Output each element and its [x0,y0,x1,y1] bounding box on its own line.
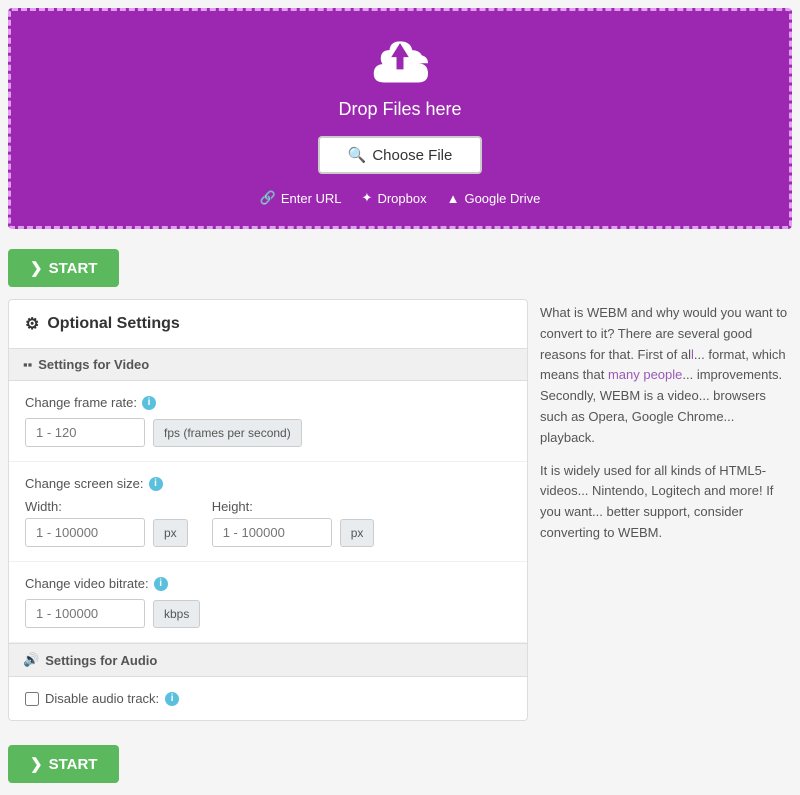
choose-file-label: Choose File [372,147,452,164]
width-label: Width: [25,499,188,514]
video-icon: ▪▪ [23,357,32,372]
frame-rate-label: Change frame rate: i [25,395,511,410]
disable-audio-text: Disable audio track: [45,691,159,706]
screen-size-info-icon[interactable]: i [149,477,163,491]
dropbox-label: Dropbox [377,191,426,206]
bitrate-label: Change video bitrate: i [25,576,511,591]
drop-zone[interactable]: Drop Files here 🔍 Choose File 🔗 Enter UR… [8,8,792,229]
frame-rate-input-group: fps (frames per second) [25,418,511,447]
screen-size-label: Change screen size: i [25,476,511,491]
info-paragraph-1: What is WEBM and why would you want to c… [540,303,792,449]
bitrate-info-icon[interactable]: i [154,577,168,591]
enter-url-link[interactable]: 🔗 Enter URL [260,190,342,206]
start-label-top: START [49,260,98,277]
frame-rate-row: Change frame rate: i fps (frames per sec… [9,381,527,462]
video-section-label: Settings for Video [38,357,149,372]
start-button-top[interactable]: ❯ START [8,249,119,287]
link-icon: 🔗 [260,190,276,206]
width-unit: px [153,519,188,547]
chevron-icon-bottom: ❯ [30,755,43,773]
info-paragraph-2: It is widely used for all kinds of HTML5… [540,461,792,544]
frame-rate-input[interactable] [25,418,145,447]
disable-audio-checkbox[interactable] [25,692,39,706]
bitrate-input[interactable] [25,599,145,628]
drive-icon: ▲ [447,191,460,206]
start-label-bottom: START [49,756,98,773]
width-input[interactable] [25,518,145,547]
height-unit: px [340,519,375,547]
disable-audio-label[interactable]: Disable audio track: i [25,691,511,706]
audio-section-label: Settings for Audio [45,653,157,668]
bitrate-unit: kbps [153,600,200,628]
dropbox-icon: ✦ [362,190,373,206]
disable-audio-info-icon[interactable]: i [165,692,179,706]
size-inputs: Width: px Height: px [25,499,511,547]
audio-section-header: 🔊 Settings for Audio [9,643,527,677]
choose-file-button[interactable]: 🔍 Choose File [318,136,483,174]
bitrate-row: Change video bitrate: i kbps [9,562,527,643]
extra-options: 🔗 Enter URL ✦ Dropbox ▲ Google Drive [260,190,541,206]
audio-icon: 🔊 [23,652,39,668]
dropbox-link[interactable]: ✦ Dropbox [362,190,427,206]
settings-panel: ⚙ Optional Settings ▪▪ Settings for Vide… [8,299,528,721]
disable-audio-row: Disable audio track: i [9,677,527,720]
settings-title: ⚙ Optional Settings [9,300,527,348]
height-col: Height: px [212,499,375,547]
height-label: Height: [212,499,375,514]
width-col: Width: px [25,499,188,547]
main-content: ⚙ Optional Settings ▪▪ Settings for Vide… [0,299,800,733]
drop-text: Drop Files here [338,99,461,120]
screen-size-row: Change screen size: i Width: px Height: … [9,462,527,562]
upload-icon [365,31,435,91]
video-section-header: ▪▪ Settings for Video [9,348,527,381]
frame-rate-info-icon[interactable]: i [142,396,156,410]
google-drive-link[interactable]: ▲ Google Drive [447,191,541,206]
chevron-icon-top: ❯ [30,259,43,277]
gear-icon: ⚙ [25,314,39,334]
info-panel: What is WEBM and why would you want to c… [540,299,792,721]
bitrate-input-group: kbps [25,599,511,628]
start-button-bottom[interactable]: ❯ START [8,745,119,783]
google-drive-label: Google Drive [464,191,540,206]
frame-rate-unit: fps (frames per second) [153,419,302,447]
enter-url-label: Enter URL [281,191,342,206]
search-icon: 🔍 [348,146,367,164]
height-input[interactable] [212,518,332,547]
